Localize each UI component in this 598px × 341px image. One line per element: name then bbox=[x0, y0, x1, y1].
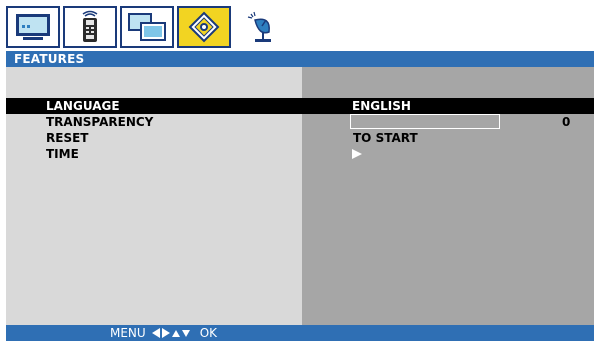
page-title: FEATURES bbox=[14, 52, 85, 66]
menu-item-label: RESET bbox=[46, 131, 89, 145]
menu-tab-strip bbox=[6, 6, 306, 50]
arrow-left-icon bbox=[151, 328, 160, 338]
left-panel-top bbox=[6, 67, 302, 93]
tab-features[interactable] bbox=[177, 6, 231, 48]
footer-menu-label: MENU bbox=[110, 326, 146, 340]
satellite-dish-icon bbox=[241, 10, 281, 44]
tab-sound[interactable] bbox=[63, 6, 117, 48]
menu-item-transparency[interactable]: TRANSPARENCY 0 bbox=[6, 114, 594, 130]
tab-screens[interactable] bbox=[120, 6, 174, 48]
monitor-picture-icon bbox=[13, 11, 53, 43]
menu-item-label: LANGUAGE bbox=[46, 99, 120, 113]
footer-bar-right bbox=[302, 325, 594, 341]
tab-installation[interactable] bbox=[234, 6, 288, 48]
menu-item-value: ENGLISH bbox=[352, 99, 411, 113]
footer-ok-label: OK bbox=[199, 326, 218, 340]
navigation-arrows-icon bbox=[151, 328, 190, 338]
screens-icon bbox=[125, 10, 169, 44]
title-bar: FEATURES bbox=[6, 51, 594, 67]
left-panel bbox=[6, 162, 302, 325]
menu-item-reset[interactable]: RESET TO START bbox=[6, 130, 594, 146]
menu-item-language[interactable]: LANGUAGE ENGLISH bbox=[6, 98, 594, 114]
menu-item-label: TIME bbox=[46, 147, 79, 161]
transparency-slider[interactable] bbox=[350, 114, 500, 129]
right-panel-top bbox=[302, 67, 594, 93]
tab-picture[interactable] bbox=[6, 6, 60, 48]
menu-item-value: TO START bbox=[353, 131, 418, 145]
footer-hint-bar: MENU OK bbox=[6, 325, 302, 341]
right-panel bbox=[302, 162, 594, 325]
transparency-value: 0 bbox=[562, 115, 571, 129]
row-spacer bbox=[6, 93, 594, 98]
arrow-up-icon bbox=[171, 330, 180, 337]
menu-item-label: TRANSPARENCY bbox=[46, 115, 154, 129]
arrow-down-icon bbox=[181, 330, 190, 337]
features-diamond-icon bbox=[184, 10, 224, 44]
menu-item-time[interactable]: TIME bbox=[6, 146, 594, 162]
play-arrow-icon bbox=[352, 149, 362, 159]
arrow-right-icon bbox=[161, 328, 170, 338]
remote-control-icon bbox=[70, 10, 110, 44]
nav-arrows bbox=[151, 327, 194, 339]
